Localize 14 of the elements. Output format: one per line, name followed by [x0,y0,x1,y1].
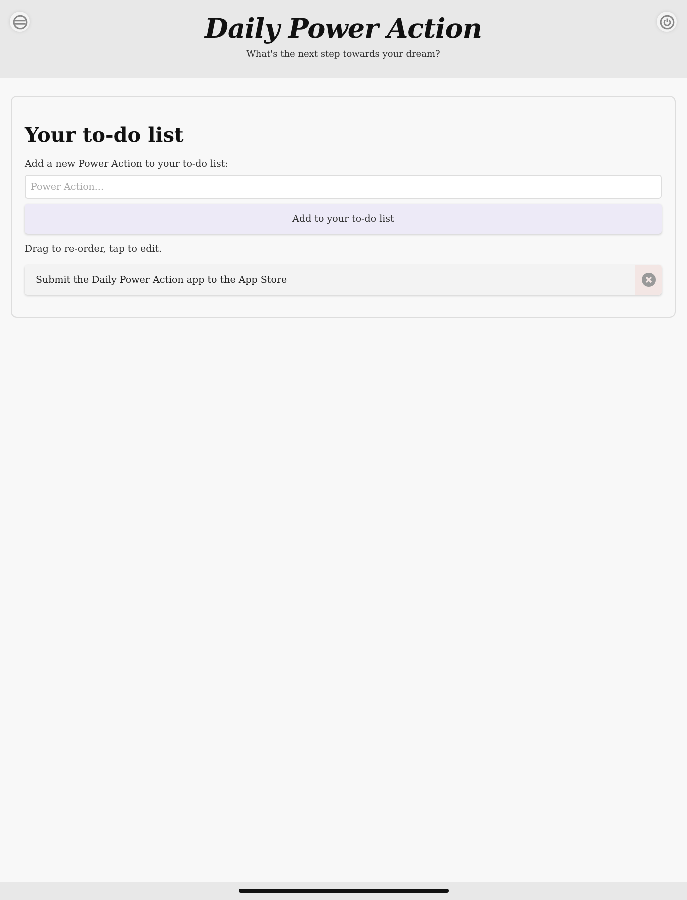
todo-item[interactable]: Submit the Daily Power Action app to the App Store [25,265,635,295]
menu-button[interactable] [10,12,30,32]
input-field[interactable]: Power Action... [25,175,662,199]
app-title: Daily Power Action [205,14,482,45]
delete-button[interactable] [635,265,662,295]
power-button[interactable] [657,12,677,32]
input-label: Add a new Power Action to your to-do list: [25,159,230,170]
app-subtitle: What's the next step towards your dream? [246,50,440,60]
power-icon [660,14,674,30]
add-button[interactable]: Add to your to-do list [25,204,662,234]
close-icon [642,273,656,287]
menu-icon [12,14,28,30]
hint-text: Drag to re-order, tap to edit. [25,244,164,255]
section-heading: Your to-do list [25,123,185,147]
